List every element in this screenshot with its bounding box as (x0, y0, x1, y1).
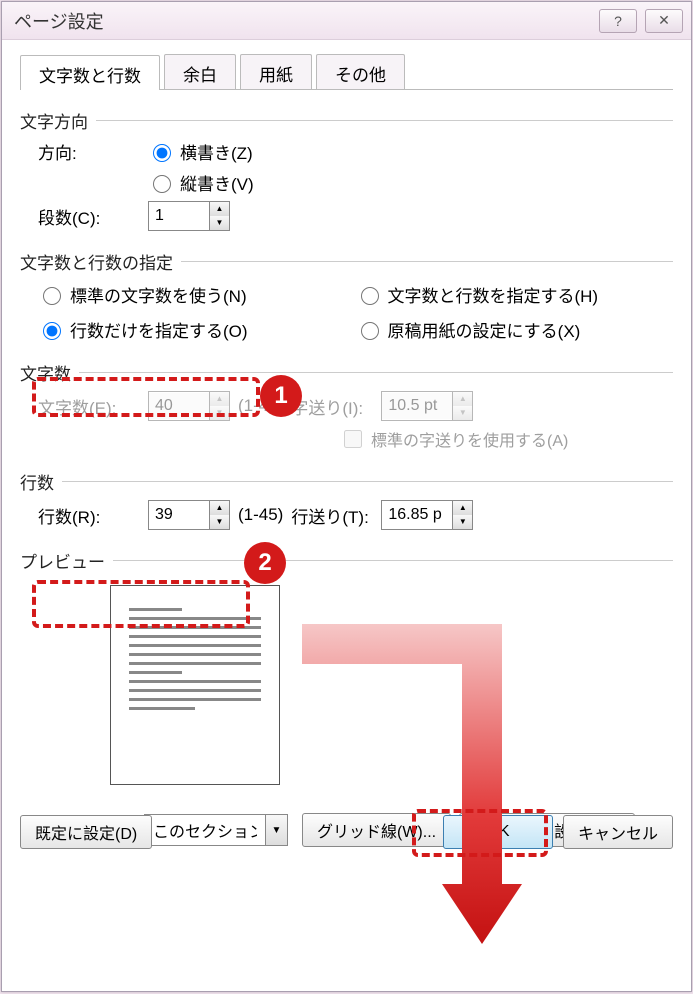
tab-paper[interactable]: 用紙 (240, 54, 312, 89)
spin-up-icon[interactable]: ▲ (453, 501, 472, 515)
radio-both[interactable]: 文字数と行数を指定する(H) (356, 282, 674, 307)
radio-genkou-input[interactable] (361, 322, 379, 340)
spin-down-icon[interactable]: ▼ (453, 515, 472, 529)
annotation-arrow (302, 624, 522, 954)
radio-standard[interactable]: 標準の文字数を使う(N) (38, 282, 356, 307)
group-spec: 文字数と行数の指定 (20, 249, 673, 274)
tab-strip: 文字数と行数 余白 用紙 その他 (20, 54, 673, 90)
spin-down-icon[interactable]: ▼ (210, 216, 229, 230)
default-pitch-checkbox: 標準の字送りを使用する(A) (340, 427, 568, 451)
direction-label: 方向: (38, 139, 148, 164)
line-count-input[interactable] (149, 502, 209, 528)
ok-button[interactable]: OK (443, 815, 553, 849)
columns-label: 段数(C): (38, 204, 148, 229)
spin-up-icon: ▲ (453, 392, 472, 406)
spin-down-icon: ▼ (453, 406, 472, 420)
spin-down-icon: ▼ (210, 406, 229, 420)
char-pitch-label: 字送り(I): (291, 394, 381, 419)
preview-page (110, 585, 280, 785)
radio-lines-only-input[interactable] (43, 322, 61, 340)
dialog-body: 文字数と行数 余白 用紙 その他 文字方向 方向: 横書き(Z) 縦書き(V) … (2, 40, 691, 867)
radio-vertical[interactable]: 縦書き(V) (148, 170, 254, 195)
group-chars: 文字数 (20, 360, 673, 385)
titlebar[interactable]: ページ設定 ? ✕ (2, 2, 691, 40)
char-count-label: 文字数(E): (38, 394, 148, 419)
close-button[interactable]: ✕ (645, 9, 683, 33)
tab-chars-lines[interactable]: 文字数と行数 (20, 55, 160, 90)
spin-down-icon[interactable]: ▼ (210, 515, 229, 529)
tab-other[interactable]: その他 (316, 54, 405, 89)
spin-up-icon: ▲ (210, 392, 229, 406)
group-preview: プレビュー (20, 548, 673, 573)
annotation-badge-2: 2 (244, 542, 286, 584)
radio-vertical-input[interactable] (153, 175, 171, 193)
line-count-spinner[interactable]: ▲▼ (148, 500, 230, 530)
radio-horizontal-input[interactable] (153, 144, 171, 162)
line-count-range: (1-45) (238, 505, 283, 525)
line-pitch-input[interactable] (382, 502, 452, 528)
radio-standard-input[interactable] (43, 287, 61, 305)
spin-up-icon[interactable]: ▲ (210, 202, 229, 216)
spin-up-icon[interactable]: ▲ (210, 501, 229, 515)
cancel-button[interactable]: キャンセル (563, 815, 673, 849)
page-setup-dialog: ページ設定 ? ✕ 文字数と行数 余白 用紙 その他 文字方向 方向: 横書き(… (1, 1, 692, 992)
help-button[interactable]: ? (599, 9, 637, 33)
radio-genkou[interactable]: 原稿用紙の設定にする(X) (356, 317, 674, 342)
set-default-button[interactable]: 既定に設定(D) (20, 815, 152, 849)
line-count-label: 行数(R): (38, 503, 148, 528)
char-count-input (149, 393, 209, 419)
annotation-badge-1: 1 (260, 375, 302, 417)
char-pitch-spinner: ▲▼ (381, 391, 473, 421)
group-lines: 行数 (20, 469, 673, 494)
line-pitch-spinner[interactable]: ▲▼ (381, 500, 473, 530)
tab-margins[interactable]: 余白 (164, 54, 236, 89)
dialog-button-row: 既定に設定(D) OK キャンセル (20, 815, 673, 849)
default-pitch-input (344, 430, 362, 448)
columns-spinner[interactable]: ▲▼ (148, 201, 230, 231)
columns-input[interactable] (149, 203, 209, 229)
line-pitch-label: 行送り(T): (291, 503, 381, 528)
radio-lines-only[interactable]: 行数だけを指定する(O) (38, 317, 356, 342)
radio-both-input[interactable] (361, 287, 379, 305)
char-count-spinner: ▲▼ (148, 391, 230, 421)
radio-horizontal[interactable]: 横書き(Z) (148, 139, 253, 164)
group-direction: 文字方向 (20, 108, 673, 133)
dialog-title: ページ設定 (10, 8, 104, 34)
char-pitch-input (382, 393, 452, 419)
